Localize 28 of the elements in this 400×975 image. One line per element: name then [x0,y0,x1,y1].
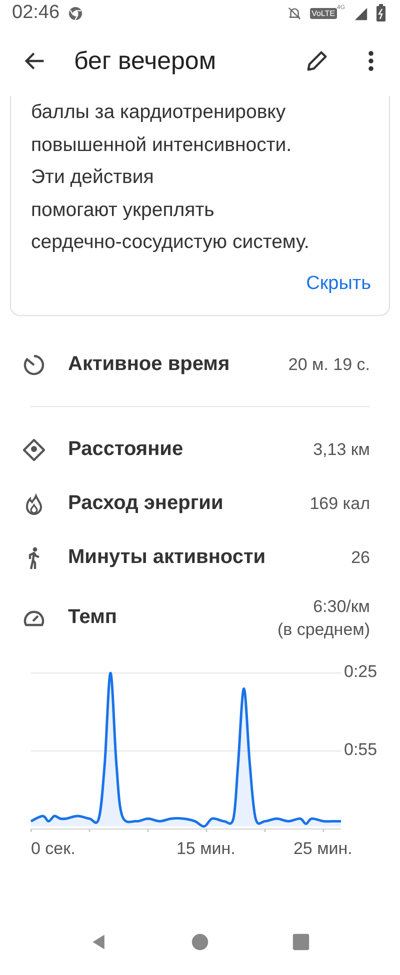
location-pin-icon [22,438,46,462]
stat-label: Расстояние [68,438,184,461]
stat-label: Минуты активности [68,546,267,569]
volte-badge: VoLTE [310,8,337,18]
stat-value: 20 м. 19 с. [288,354,370,376]
signal-icon [353,6,368,20]
stat-value: 26 [351,547,370,569]
hide-button[interactable]: Скрыть [306,268,371,298]
stat-label: Активное время [68,353,231,376]
bell-off-icon [286,6,302,20]
stat-value: 6:30/км (в среднем) [277,596,370,640]
page-title: бег вечером [74,46,218,76]
y-axis-label: 0:25 [344,662,378,682]
clock: 02:46 [12,2,60,24]
stat-value: 169 кал [310,493,370,515]
stat-value: 3,13 км [313,439,370,461]
y-axis-label: 0:55 [344,740,378,760]
home-icon[interactable] [190,933,209,951]
x-axis-label: 25 мин. [293,838,352,858]
battery-icon [376,4,386,22]
browser-icon [68,6,83,20]
x-axis-label: 0 сек. [31,838,76,858]
stat-label: Темп [68,606,118,629]
timer-icon [22,352,46,376]
stat-label: Расход энергии [68,492,224,515]
info-text: баллы за кардиотренировку повышенной интенсивности. Эти действия помогают укреплять сердечно-сосудистую систему. [31,100,310,255]
x-axis-label: 15 мин. [176,838,236,858]
recents-icon[interactable] [292,933,310,951]
